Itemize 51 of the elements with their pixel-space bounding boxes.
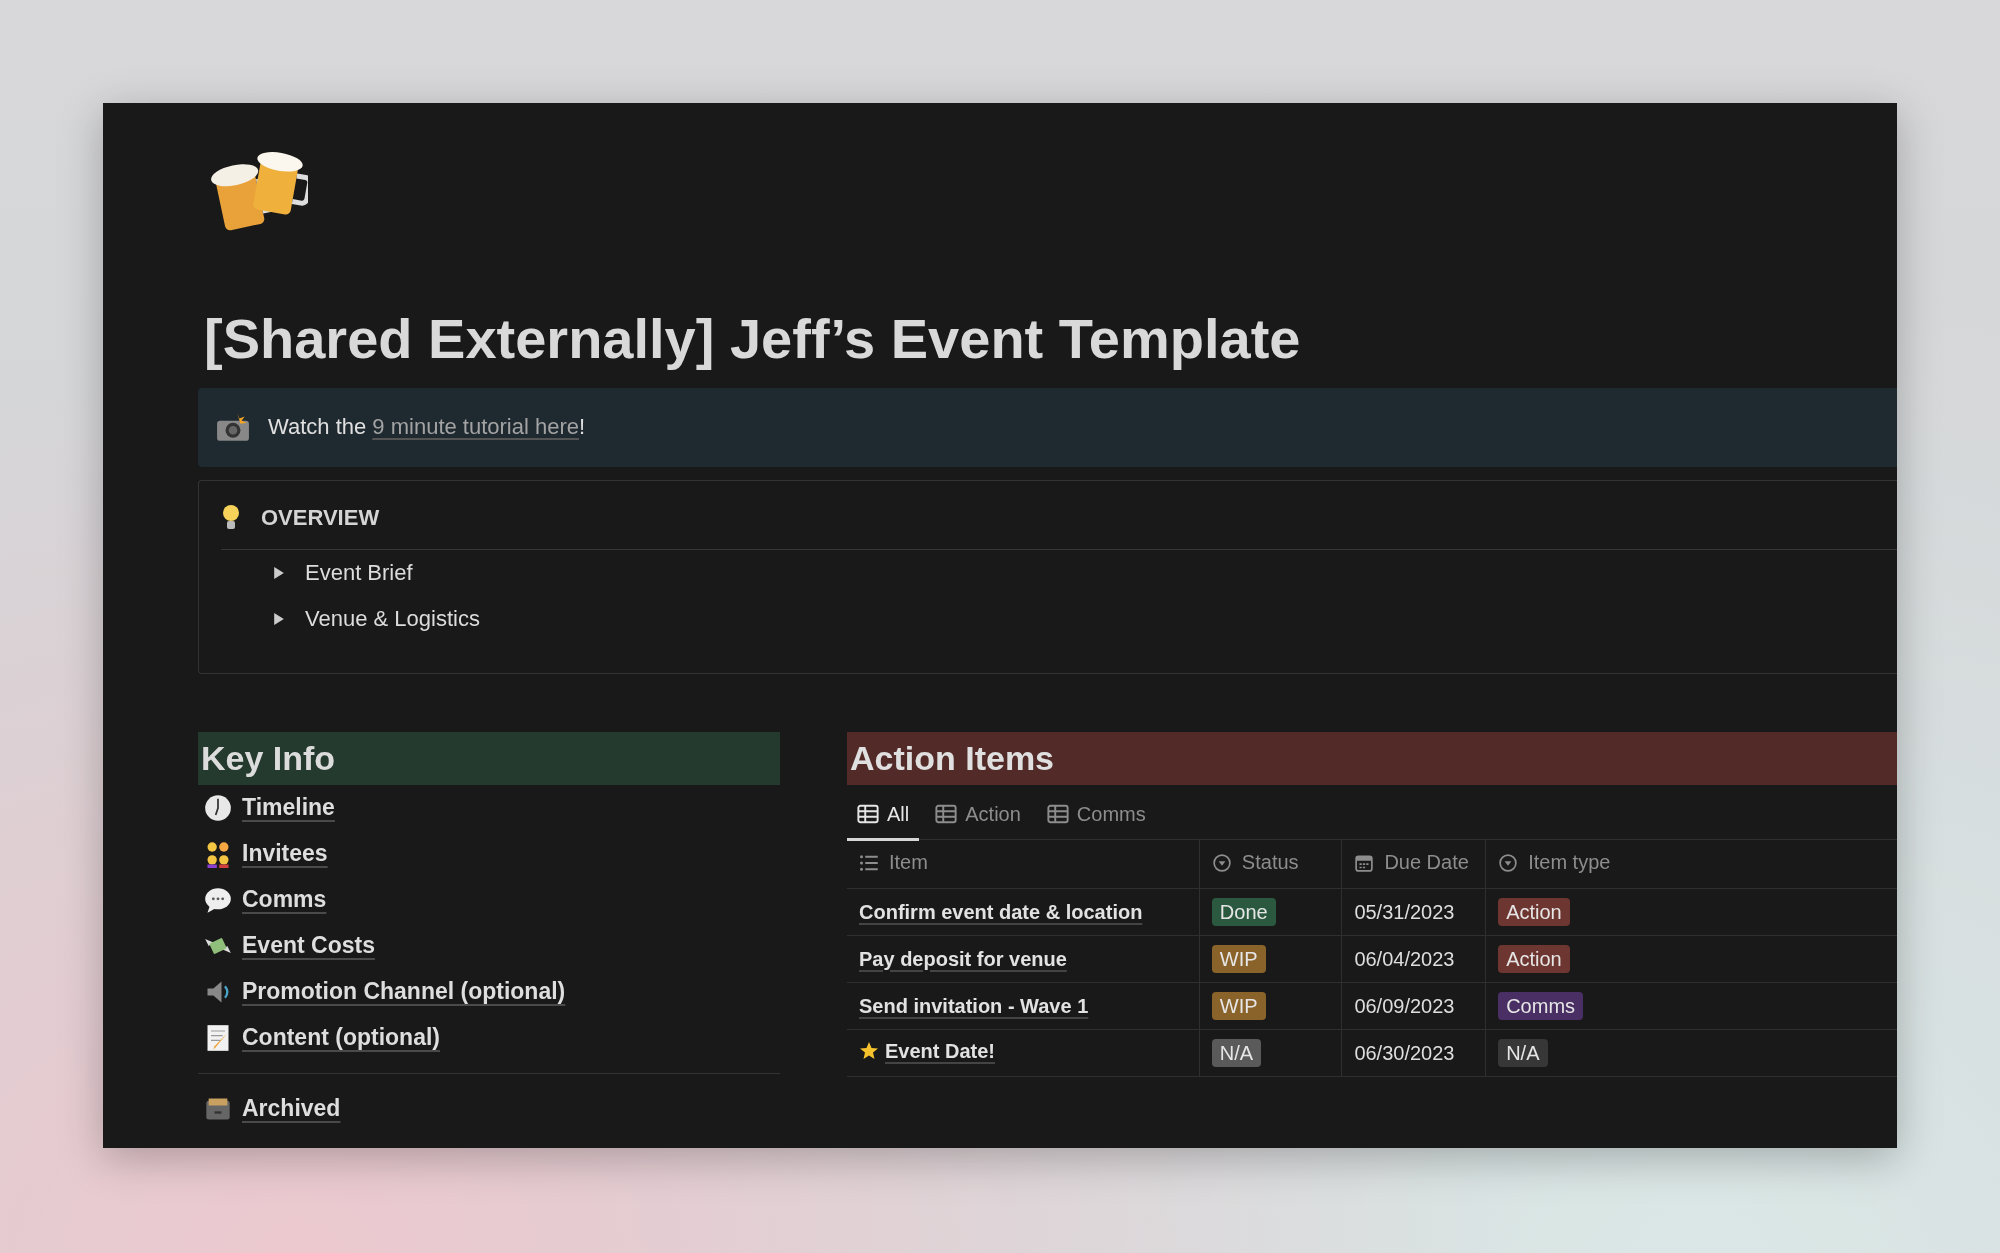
tutorial-link[interactable]: 9 minute tutorial here xyxy=(372,414,579,440)
page-link[interactable]: Archived xyxy=(242,1095,341,1123)
clock-icon xyxy=(204,793,232,822)
select-icon xyxy=(1498,853,1519,872)
overview-heading: OVERVIEW xyxy=(261,504,380,531)
item-type-tag: Comms xyxy=(1498,991,1584,1020)
select-icon xyxy=(1211,853,1232,872)
page-link[interactable]: Event Costs xyxy=(242,932,375,960)
page-link[interactable]: Comms xyxy=(242,886,327,914)
status-tag: Done xyxy=(1211,897,1276,926)
toggle-label: Venue & Logistics xyxy=(305,605,480,632)
due-date: 06/30/2023 xyxy=(1354,1041,1455,1064)
item-type-tag: N/A xyxy=(1498,1038,1548,1067)
status-tag: WIP xyxy=(1211,991,1266,1020)
toggle-item[interactable]: Event Brief xyxy=(273,549,1897,596)
toggle-arrow-icon[interactable] xyxy=(273,612,285,625)
view-tab[interactable]: Action xyxy=(925,794,1031,841)
item-link[interactable]: Send invitation - Wave 1 xyxy=(859,994,1089,1018)
item-type-tag: Action xyxy=(1498,944,1570,973)
column-header[interactable]: Due Date xyxy=(1341,840,1486,889)
item-link[interactable]: Event Date! xyxy=(885,1039,996,1063)
toggle-item[interactable]: Venue & Logistics xyxy=(273,595,1897,642)
view-tab[interactable]: All xyxy=(847,794,920,841)
action-items-heading: Action Items xyxy=(847,731,1897,785)
calendar-icon xyxy=(1354,853,1375,872)
page-link[interactable]: Promotion Channel (optional) xyxy=(242,978,566,1006)
list-icon xyxy=(859,853,879,872)
due-date: 05/31/2023 xyxy=(1354,900,1455,923)
speech-bubble-icon xyxy=(204,885,232,914)
page-title: [Shared Externally] Jeff’s Event Template xyxy=(204,308,1302,370)
view-tab[interactable]: Comms xyxy=(1036,794,1156,841)
page-link[interactable]: Content (optional) xyxy=(242,1024,440,1052)
column-header[interactable]: Item xyxy=(847,840,1200,889)
table-icon xyxy=(857,804,879,825)
table-icon xyxy=(1046,804,1069,825)
toggle-arrow-icon[interactable] xyxy=(273,566,285,579)
item-type-tag: Action xyxy=(1498,897,1570,926)
status-tag: WIP xyxy=(1211,944,1266,973)
callout-text: Watch the 9 minute tutorial here! xyxy=(268,414,586,441)
page-link[interactable]: Timeline xyxy=(242,794,335,822)
key-info-heading: Key Info xyxy=(198,731,780,785)
column-header[interactable]: Item type xyxy=(1485,840,1897,889)
table-icon xyxy=(935,804,958,825)
item-link[interactable]: Confirm event date & location xyxy=(859,900,1143,924)
item-link[interactable]: Pay deposit for venue xyxy=(859,947,1067,971)
page-link[interactable]: Invitees xyxy=(242,840,328,868)
status-tag: N/A xyxy=(1211,1038,1262,1067)
toggle-label: Event Brief xyxy=(305,559,413,586)
due-date: 06/09/2023 xyxy=(1354,994,1455,1017)
due-date: 06/04/2023 xyxy=(1354,947,1455,970)
column-header[interactable]: Status xyxy=(1199,840,1342,889)
